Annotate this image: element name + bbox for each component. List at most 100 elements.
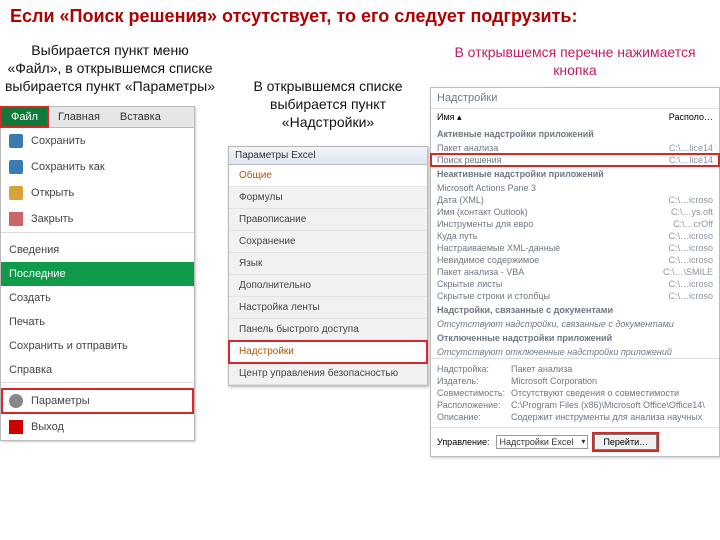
menu-new[interactable]: Создать	[1, 286, 194, 310]
menu-help[interactable]: Справка	[1, 358, 194, 382]
cell: Куда путь	[437, 231, 663, 241]
menu-label: Справка	[9, 364, 52, 376]
cell: C:\…lice14	[663, 155, 713, 165]
cell: Скрытые строки и столбцы	[437, 291, 663, 301]
cell: Отсутствуют отключенные надстройки прило…	[437, 347, 713, 357]
section-active: Активные надстройки приложений	[431, 126, 719, 142]
label: Издатель:	[437, 376, 505, 386]
menu-label: Сохранить и отправить	[9, 340, 128, 352]
opt-lang[interactable]: Язык	[229, 253, 427, 275]
cell: Microsoft Actions Pane 3	[437, 183, 663, 193]
section-inactive: Неактивные надстройки приложений	[431, 166, 719, 182]
addins-header[interactable]: Имя ▴ Располо…	[431, 109, 719, 126]
cell: C:\…\SMILE	[663, 267, 713, 277]
addins-dialog: Надстройки Имя ▴ Располо… Активные надст…	[430, 87, 720, 457]
label: Совместимость:	[437, 388, 505, 398]
right-caption: В открывшемся перечне нажимается кнопка	[430, 37, 720, 87]
menu-exit[interactable]: Выход	[1, 414, 194, 440]
opt-ribbon[interactable]: Настройка ленты	[229, 297, 427, 319]
cell: Скрытые листы	[437, 279, 663, 289]
opt-formulas[interactable]: Формулы	[229, 187, 427, 209]
addin-row[interactable]: Куда путьC:\…icroso	[431, 230, 719, 242]
tab-insert[interactable]: Вставка	[110, 107, 171, 127]
addin-row[interactable]: Инструменты для евроC:\…crOff	[431, 218, 719, 230]
label: Расположение:	[437, 400, 505, 410]
addin-row[interactable]: Microsoft Actions Pane 3	[431, 182, 719, 194]
cell: C:\…crOff	[663, 219, 713, 229]
opt-proof[interactable]: Правописание	[229, 209, 427, 231]
cell: Пакет анализа - VBA	[437, 267, 663, 277]
menu-info[interactable]: Сведения	[1, 238, 194, 262]
opt-trust[interactable]: Центр управления безопасностью	[229, 363, 427, 385]
saveas-icon	[9, 160, 23, 174]
addin-row-solver[interactable]: Поиск решенияC:\…lice14	[431, 154, 719, 166]
addin-row[interactable]: Настраиваемые XML-данныеC:\…icroso	[431, 242, 719, 254]
menu-print[interactable]: Печать	[1, 310, 194, 334]
menu-label: Печать	[9, 316, 45, 328]
gear-icon	[9, 394, 23, 408]
menu-label: Выход	[31, 421, 64, 433]
open-icon	[9, 186, 23, 200]
addin-row[interactable]: Пакет анализаC:\…lice14	[431, 142, 719, 154]
menu-recent[interactable]: Последние	[1, 262, 194, 286]
label: Надстройка:	[437, 364, 505, 374]
addins-bottom-bar: Управление: Надстройки Excel Перейти…	[431, 427, 719, 456]
cell: C:\…lice14	[663, 143, 713, 153]
cell: Имя (контакт Outlook)	[437, 207, 663, 217]
opt-general[interactable]: Общие	[229, 165, 427, 187]
cell: C:\…icroso	[663, 279, 713, 289]
addin-row[interactable]: Дата (XML)C:\…icroso	[431, 194, 719, 206]
addin-none: Отсутствуют отключенные надстройки прило…	[431, 346, 719, 358]
manage-label: Управление:	[437, 437, 490, 447]
manage-select[interactable]: Надстройки Excel	[496, 435, 589, 449]
addin-row[interactable]: Скрытые листыC:\…icroso	[431, 278, 719, 290]
cell	[663, 183, 713, 193]
menu-close[interactable]: Закрыть	[1, 206, 194, 232]
opt-qat[interactable]: Панель быстрого доступа	[229, 319, 427, 341]
value: C:\Program Files (x86)\Microsoft Office\…	[511, 400, 705, 410]
col-name: Имя ▴	[437, 112, 462, 123]
ribbon-tabs: Файл Главная Вставка	[1, 107, 194, 128]
opt-advanced[interactable]: Дополнительно	[229, 275, 427, 297]
menu-share[interactable]: Сохранить и отправить	[1, 334, 194, 358]
cell: Инструменты для евро	[437, 219, 663, 229]
menu-options[interactable]: Параметры	[1, 388, 194, 414]
addin-none: Отсутствуют надстройки, связанные с доку…	[431, 318, 719, 330]
page-title: Если «Поиск решения» отсутствует, то его…	[0, 0, 720, 37]
addin-row[interactable]: Пакет анализа - VBAC:\…\SMILE	[431, 266, 719, 278]
addins-title: Надстройки	[431, 88, 719, 109]
menu-saveas[interactable]: Сохранить как	[1, 154, 194, 180]
menu-label: Сведения	[9, 244, 59, 256]
cell: C:\…icroso	[663, 291, 713, 301]
exit-icon	[9, 420, 23, 434]
save-icon	[9, 134, 23, 148]
tab-file[interactable]: Файл	[1, 107, 48, 127]
addin-row[interactable]: Скрытые строки и столбцыC:\…icroso	[431, 290, 719, 302]
options-dialog: Параметры Excel Общие Формулы Правописан…	[228, 146, 428, 386]
section-doc: Надстройки, связанные с документами	[431, 302, 719, 318]
addin-row[interactable]: Невидимое содержимоеC:\…icroso	[431, 254, 719, 266]
close-icon	[9, 212, 23, 226]
menu-label: Параметры	[31, 395, 90, 407]
tab-home[interactable]: Главная	[48, 107, 110, 127]
file-menu: Файл Главная Вставка Сохранить Сохранить…	[0, 106, 195, 441]
menu-save[interactable]: Сохранить	[1, 128, 194, 154]
cell: C:\…icroso	[663, 243, 713, 253]
menu-label: Сохранить	[31, 135, 86, 147]
options-title: Параметры Excel	[229, 147, 427, 165]
cell: Дата (XML)	[437, 195, 663, 205]
menu-open[interactable]: Открыть	[1, 180, 194, 206]
cell: Пакет анализа	[437, 143, 663, 153]
value: Содержит инструменты для анализа научных	[511, 412, 702, 422]
value: Microsoft Corporation	[511, 376, 597, 386]
addin-details: Надстройка:Пакет анализа Издатель:Micros…	[431, 358, 719, 427]
menu-label: Открыть	[31, 187, 74, 199]
go-button[interactable]: Перейти…	[594, 434, 657, 450]
addin-row[interactable]: Имя (контакт Outlook)C:\…ys.oft	[431, 206, 719, 218]
col-loc: Располо…	[669, 112, 713, 123]
section-off: Отключенные надстройки приложений	[431, 330, 719, 346]
opt-addins[interactable]: Надстройки	[229, 341, 427, 363]
opt-save[interactable]: Сохранение	[229, 231, 427, 253]
cell: Поиск решения	[437, 155, 663, 165]
cell: Настраиваемые XML-данные	[437, 243, 663, 253]
